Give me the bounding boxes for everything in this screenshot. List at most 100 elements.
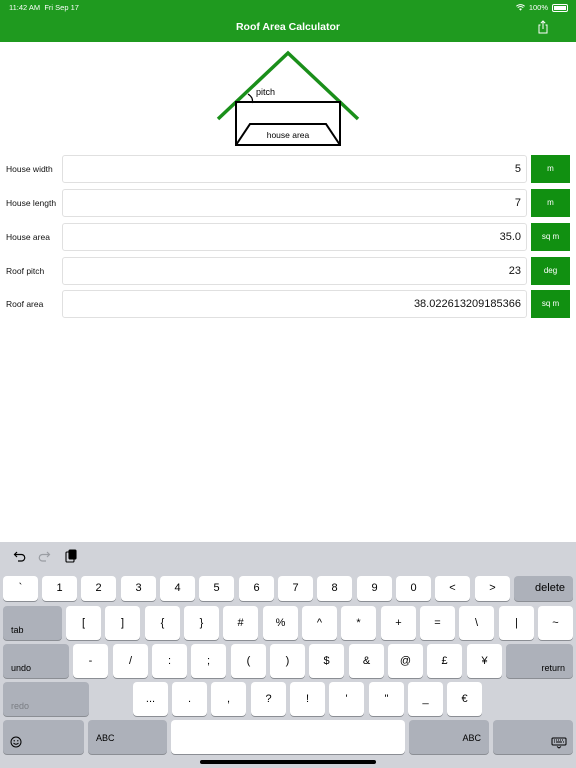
keyboard-key[interactable]: 8 bbox=[317, 576, 352, 601]
keyboard-key[interactable]: € bbox=[447, 682, 482, 716]
battery-percent: 100% bbox=[528, 3, 548, 12]
roof-pitch-unit-button[interactable]: deg bbox=[531, 257, 570, 285]
keyboard-key[interactable]: - bbox=[73, 644, 108, 678]
undo-icon[interactable] bbox=[13, 549, 27, 563]
house-area-value: 35.0 bbox=[499, 231, 521, 243]
keyboard-key[interactable]: & bbox=[349, 644, 384, 678]
house-length-label: House length bbox=[6, 198, 57, 208]
return-key[interactable]: return bbox=[506, 644, 573, 678]
status-time: 11:42 AM Fri Sep 17 bbox=[9, 3, 79, 12]
keyboard-key[interactable]: 0 bbox=[396, 576, 431, 601]
keyboard-key[interactable]: | bbox=[499, 606, 534, 640]
keyboard-key[interactable]: + bbox=[381, 606, 416, 640]
house-width-unit-button[interactable]: m bbox=[531, 155, 570, 183]
house-length-value: 7 bbox=[514, 197, 521, 209]
share-icon[interactable] bbox=[536, 20, 550, 34]
undo-key[interactable]: undo bbox=[3, 644, 69, 678]
page-title: Roof Area Calculator bbox=[235, 21, 341, 33]
house-width-value: 5 bbox=[514, 163, 521, 175]
keyboard-key[interactable]: ... bbox=[133, 682, 168, 716]
keyboard-key[interactable]: @ bbox=[388, 644, 423, 678]
keyboard-key[interactable]: } bbox=[184, 606, 219, 640]
keyboard-key[interactable]: , bbox=[211, 682, 246, 716]
tab-key[interactable]: tab bbox=[3, 606, 62, 640]
keyboard-key[interactable]: ] bbox=[105, 606, 140, 640]
abc-right-key[interactable]: ABC bbox=[409, 720, 489, 754]
pitch-label: pitch bbox=[256, 87, 275, 97]
roof-area-row: Roof area 38.022613209185366 sq m bbox=[0, 290, 576, 320]
keyboard-key[interactable]: * bbox=[341, 606, 376, 640]
keyboard-key[interactable]: ( bbox=[231, 644, 266, 678]
emoji-key[interactable] bbox=[3, 720, 84, 754]
emoji-icon bbox=[10, 736, 22, 748]
keyboard-key[interactable]: \ bbox=[459, 606, 494, 640]
house-area-row-label: House area bbox=[6, 232, 50, 242]
roof-pitch-label: Roof pitch bbox=[6, 266, 45, 276]
keyboard-key[interactable]: ^ bbox=[302, 606, 337, 640]
keyboard-key[interactable]: % bbox=[263, 606, 298, 640]
status-time-text: 11:42 AM bbox=[9, 3, 41, 12]
roof-diagram: pitch house area bbox=[216, 50, 360, 146]
paste-icon[interactable] bbox=[64, 549, 78, 563]
roof-pitch-field[interactable]: 23 bbox=[62, 257, 527, 285]
status-right: 100% bbox=[515, 3, 568, 12]
redo-key[interactable]: redo bbox=[3, 682, 89, 716]
roof-area-label: Roof area bbox=[6, 299, 44, 309]
delete-key[interactable]: delete bbox=[514, 576, 573, 601]
keyboard-key[interactable]: ¥ bbox=[467, 644, 502, 678]
house-length-row: House length 7 m bbox=[0, 189, 576, 219]
keyboard-key[interactable]: 9 bbox=[357, 576, 392, 601]
house-length-field[interactable]: 7 bbox=[62, 189, 527, 217]
house-width-field[interactable]: 5 bbox=[62, 155, 527, 183]
keyboard-shortcut-bar bbox=[0, 542, 576, 572]
keyboard-key[interactable]: 2 bbox=[81, 576, 116, 601]
keyboard-key[interactable]: _ bbox=[408, 682, 443, 716]
status-date-text: Fri Sep 17 bbox=[44, 3, 79, 12]
keyboard-key[interactable]: [ bbox=[66, 606, 101, 640]
keyboard-key[interactable]: ` bbox=[3, 576, 38, 601]
keyboard-key[interactable]: ? bbox=[251, 682, 286, 716]
keyboard-dismiss-icon bbox=[551, 737, 567, 749]
keyboard-key[interactable]: 5 bbox=[199, 576, 234, 601]
keyboard-key[interactable]: ) bbox=[270, 644, 305, 678]
keyboard-key[interactable]: { bbox=[145, 606, 180, 640]
dismiss-keyboard-key[interactable] bbox=[493, 720, 573, 754]
house-width-row: House width 5 m bbox=[0, 155, 576, 185]
keyboard-key[interactable]: : bbox=[152, 644, 187, 678]
keyboard-key[interactable]: 4 bbox=[160, 576, 195, 601]
keyboard-key[interactable]: . bbox=[172, 682, 207, 716]
keyboard-key[interactable]: < bbox=[435, 576, 470, 601]
keyboard-key[interactable]: 6 bbox=[239, 576, 274, 601]
keyboard-key[interactable]: 7 bbox=[278, 576, 313, 601]
keyboard-key[interactable]: 1 bbox=[42, 576, 77, 601]
keyboard-key[interactable]: $ bbox=[309, 644, 344, 678]
keyboard-key[interactable]: ' bbox=[329, 682, 364, 716]
navigation-bar: 11:42 AM Fri Sep 17 100% Roof Area Calcu… bbox=[0, 0, 576, 42]
roof-area-field[interactable]: 38.022613209185366 bbox=[62, 290, 527, 318]
redo-icon[interactable] bbox=[37, 549, 51, 563]
battery-icon bbox=[552, 3, 568, 12]
keyboard-key[interactable]: ! bbox=[290, 682, 325, 716]
house-area-unit-button[interactable]: sq m bbox=[531, 223, 570, 251]
abc-left-key[interactable]: ABC bbox=[88, 720, 167, 754]
house-area-row: House area 35.0 sq m bbox=[0, 223, 576, 253]
roof-area-unit-button[interactable]: sq m bbox=[531, 290, 570, 318]
keyboard-key[interactable]: / bbox=[113, 644, 148, 678]
keyboard-key[interactable]: " bbox=[369, 682, 404, 716]
roof-pitch-row: Roof pitch 23 deg bbox=[0, 257, 576, 287]
keyboard-key[interactable]: ~ bbox=[538, 606, 573, 640]
keyboard-key[interactable]: £ bbox=[427, 644, 462, 678]
space-key[interactable] bbox=[171, 720, 405, 754]
house-length-unit-button[interactable]: m bbox=[531, 189, 570, 217]
wifi-icon bbox=[515, 4, 525, 11]
keyboard-key[interactable]: 3 bbox=[121, 576, 156, 601]
keyboard-key[interactable]: = bbox=[420, 606, 455, 640]
house-area-field[interactable]: 35.0 bbox=[62, 223, 527, 251]
keyboard-key[interactable]: > bbox=[475, 576, 510, 601]
keyboard-key[interactable]: ; bbox=[191, 644, 226, 678]
house-area-label: house area bbox=[267, 130, 310, 140]
keyboard-key[interactable]: # bbox=[223, 606, 258, 640]
roof-area-value: 38.022613209185366 bbox=[413, 298, 521, 310]
keyboard: ` 1 2 3 4 5 6 7 8 9 0 < > delete tab []{} #% ^ * + = \ | ~ u… bbox=[0, 542, 576, 768]
house-width-label: House width bbox=[6, 164, 53, 174]
